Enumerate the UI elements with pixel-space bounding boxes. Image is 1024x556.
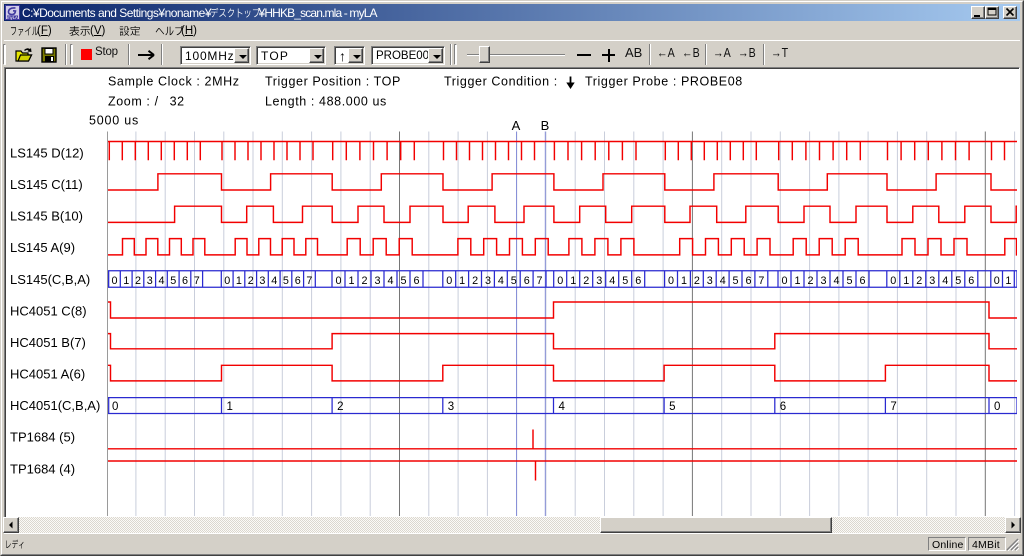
svg-text:0: 0 xyxy=(112,401,118,413)
svg-text:2: 2 xyxy=(807,275,813,287)
svg-text:7: 7 xyxy=(306,275,312,287)
svg-text:0: 0 xyxy=(557,275,563,287)
svg-text:3: 3 xyxy=(707,275,713,287)
svg-text:4: 4 xyxy=(609,275,615,287)
svg-text:7: 7 xyxy=(536,275,542,287)
svg-text:0: 0 xyxy=(111,275,117,287)
svg-text:6: 6 xyxy=(635,275,641,287)
svg-text:4: 4 xyxy=(720,275,726,287)
svg-text:2: 2 xyxy=(337,401,343,413)
svg-text:4: 4 xyxy=(498,275,504,287)
svg-text:2: 2 xyxy=(361,275,367,287)
svg-text:5: 5 xyxy=(170,275,176,287)
svg-text:1: 1 xyxy=(123,275,129,287)
svg-text:6: 6 xyxy=(859,275,865,287)
svg-text:Trigger Position : TOP: Trigger Position : TOP xyxy=(265,75,401,89)
svg-text:1: 1 xyxy=(1005,275,1011,287)
svg-text:Length : 488.000 us: Length : 488.000 us xyxy=(265,95,387,109)
svg-text:HC4051 A(6): HC4051 A(6) xyxy=(10,367,85,382)
svg-text:1: 1 xyxy=(459,275,465,287)
svg-text:Trigger Probe : PROBE08: Trigger Probe : PROBE08 xyxy=(585,75,743,89)
svg-text:HC4051(C,B,A): HC4051(C,B,A) xyxy=(10,398,100,413)
svg-text:Zoom : / 32: Zoom : / 32 xyxy=(108,95,185,109)
svg-text:5: 5 xyxy=(955,275,961,287)
svg-text:TP1684 (5): TP1684 (5) xyxy=(10,430,75,445)
svg-text:4: 4 xyxy=(559,401,566,413)
svg-text:2: 2 xyxy=(694,275,700,287)
svg-text:LS145 D(12): LS145 D(12) xyxy=(10,146,84,161)
svg-text:0: 0 xyxy=(224,275,230,287)
svg-text:LS145 B(10): LS145 B(10) xyxy=(10,209,83,224)
svg-text:5000 us: 5000 us xyxy=(89,114,139,128)
svg-text:6: 6 xyxy=(780,401,786,413)
svg-text:LS145 A(9): LS145 A(9) xyxy=(10,240,75,255)
svg-text:3: 3 xyxy=(147,275,153,287)
svg-text:1: 1 xyxy=(348,275,354,287)
svg-text:1: 1 xyxy=(903,275,909,287)
svg-text:6: 6 xyxy=(295,275,301,287)
svg-text:5: 5 xyxy=(846,275,852,287)
svg-text:0: 0 xyxy=(994,275,1000,287)
svg-text:7: 7 xyxy=(194,275,200,287)
svg-text:TP1684 (4): TP1684 (4) xyxy=(10,461,75,476)
svg-text:0: 0 xyxy=(668,275,674,287)
svg-text:1: 1 xyxy=(236,275,242,287)
svg-text:3: 3 xyxy=(448,401,454,413)
svg-text:B: B xyxy=(541,118,550,133)
svg-text:LS145(C,B,A): LS145(C,B,A) xyxy=(10,272,90,287)
svg-text:7: 7 xyxy=(758,275,764,287)
svg-text:1: 1 xyxy=(570,275,576,287)
svg-text:5: 5 xyxy=(669,401,675,413)
svg-text:7: 7 xyxy=(890,401,896,413)
svg-text:0: 0 xyxy=(335,275,341,287)
svg-text:3: 3 xyxy=(374,275,380,287)
svg-text:4: 4 xyxy=(833,275,839,287)
svg-text:HC4051 C(8): HC4051 C(8) xyxy=(10,303,87,318)
svg-text:4: 4 xyxy=(271,275,277,287)
svg-text:6: 6 xyxy=(524,275,530,287)
svg-text:4: 4 xyxy=(158,275,164,287)
svg-text:0: 0 xyxy=(994,401,1000,413)
svg-text:3: 3 xyxy=(485,275,491,287)
svg-text:5: 5 xyxy=(400,275,406,287)
svg-text:5: 5 xyxy=(622,275,628,287)
svg-text:3: 3 xyxy=(259,275,265,287)
svg-text:0: 0 xyxy=(446,275,452,287)
svg-text:5: 5 xyxy=(732,275,738,287)
svg-text:4: 4 xyxy=(387,275,393,287)
svg-text:1: 1 xyxy=(227,401,233,413)
svg-text:2: 2 xyxy=(135,275,141,287)
svg-text:6: 6 xyxy=(413,275,419,287)
svg-text:5: 5 xyxy=(283,275,289,287)
svg-text:6: 6 xyxy=(968,275,974,287)
svg-text:1: 1 xyxy=(681,275,687,287)
svg-text:myLA: myLA xyxy=(7,15,18,20)
svg-text:2: 2 xyxy=(583,275,589,287)
svg-text:Trigger Condition :: Trigger Condition : xyxy=(444,75,558,89)
svg-text:6: 6 xyxy=(182,275,188,287)
svg-text:2: 2 xyxy=(472,275,478,287)
svg-text:3: 3 xyxy=(596,275,602,287)
svg-text:0: 0 xyxy=(890,275,896,287)
svg-text:2: 2 xyxy=(916,275,922,287)
svg-text:Sample Clock : 2MHz: Sample Clock : 2MHz xyxy=(108,75,240,89)
svg-text:6: 6 xyxy=(745,275,751,287)
svg-text:5: 5 xyxy=(511,275,517,287)
svg-text:3: 3 xyxy=(929,275,935,287)
svg-text:3: 3 xyxy=(820,275,826,287)
svg-text:LS145 C(11): LS145 C(11) xyxy=(10,177,83,192)
svg-text:A: A xyxy=(512,118,521,133)
svg-text:4: 4 xyxy=(942,275,948,287)
svg-text:1: 1 xyxy=(794,275,800,287)
svg-text:HC4051 B(7): HC4051 B(7) xyxy=(10,335,86,350)
svg-text:0: 0 xyxy=(781,275,787,287)
svg-text:2: 2 xyxy=(248,275,254,287)
